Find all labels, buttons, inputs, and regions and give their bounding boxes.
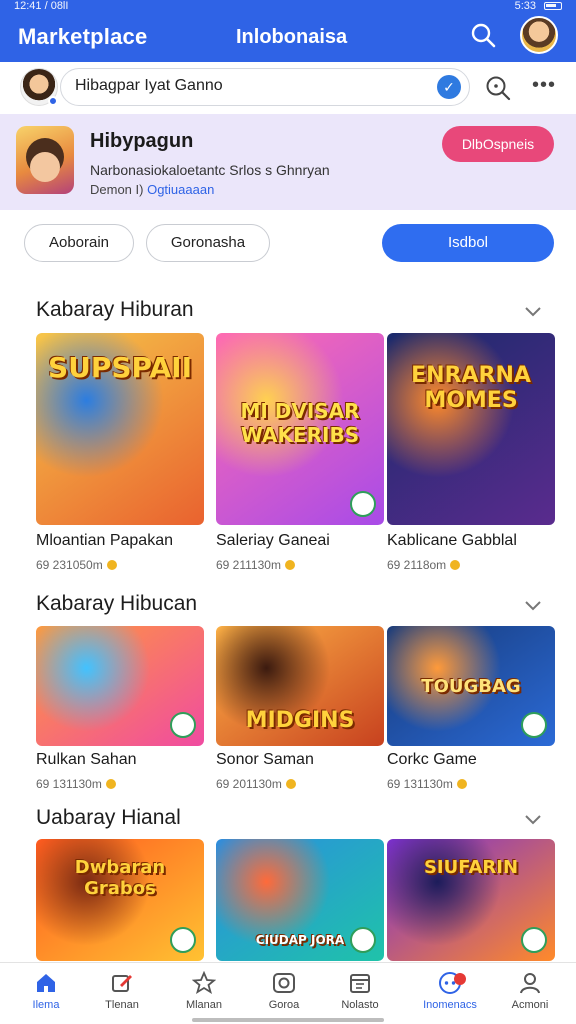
home-indicator: [192, 1018, 384, 1022]
profile-avatar[interactable]: [520, 16, 558, 54]
verify-icon[interactable]: ✓: [437, 75, 461, 99]
badge-icon: [350, 927, 376, 953]
card-meta: 69 131130m: [387, 777, 467, 791]
center-title[interactable]: Inlobonaisa: [236, 26, 347, 49]
game-card[interactable]: MI DVISAR WAKERIBS: [216, 333, 384, 525]
card-meta: 69 201130m: [216, 777, 296, 791]
bottom-navigation: Ilema Tlenan Mlanan Goroa Nolasto Inomen…: [0, 962, 576, 1024]
promo-subtext: Demon I) Ogtiuaaaan: [90, 182, 215, 197]
filter-chip-1[interactable]: Aoborain: [24, 224, 134, 262]
nav-item-star[interactable]: Mlanan: [168, 971, 240, 1011]
promo-title: Hibypagun: [90, 130, 194, 152]
home-icon: [37, 974, 55, 992]
coin-icon: [450, 560, 461, 570]
chevron-down-icon[interactable]: [524, 596, 542, 614]
primary-button[interactable]: Isdbol: [382, 224, 554, 262]
game-card[interactable]: TOUGBAG: [387, 626, 555, 746]
card-meta: 69 211130m: [216, 558, 295, 572]
coin-icon: [285, 779, 296, 789]
game-card[interactable]: [36, 626, 204, 746]
chevron-down-icon[interactable]: [524, 302, 542, 320]
game-card[interactable]: SUPSPAII: [36, 333, 204, 525]
search-box[interactable]: ✓: [60, 68, 470, 106]
app-title: Marketplace: [18, 24, 148, 49]
badge-icon: [170, 927, 196, 953]
status-time: 12:41 / 08lI: [14, 0, 69, 12]
calendar-icon: [350, 974, 370, 993]
game-card[interactable]: Dwbaran Grabos: [36, 839, 204, 961]
promo-link[interactable]: Ogtiuaaaan: [147, 182, 214, 197]
nav-item-camera[interactable]: Goroa: [248, 971, 320, 1011]
nav-item-edit[interactable]: Tlenan: [86, 971, 158, 1011]
coin-icon: [105, 779, 116, 789]
game-card[interactable]: CIUDAP JORA: [216, 839, 384, 961]
search-input[interactable]: [75, 77, 415, 95]
section-title: Kabaray Hiburan: [36, 298, 194, 321]
profile-icon: [520, 973, 540, 994]
online-status-dot: [48, 96, 58, 106]
status-right-text: 5:33: [514, 0, 536, 12]
badge-icon: [521, 927, 547, 953]
section-title: Uabaray Hianal: [36, 806, 181, 829]
star-icon: [192, 971, 216, 994]
nav-item-home[interactable]: Ilema: [10, 971, 82, 1011]
nav-item-games[interactable]: Inomenacs: [414, 971, 486, 1011]
coin-icon: [456, 779, 467, 789]
card-meta: 69 231050m: [36, 558, 117, 572]
card-meta: 69 2118om: [387, 558, 461, 572]
badge-icon: [521, 712, 547, 738]
badge-icon: [170, 712, 196, 738]
edit-icon: [112, 975, 132, 992]
game-card[interactable]: SIUFARIN: [387, 839, 555, 961]
battery-icon: [544, 2, 562, 10]
search-icon[interactable]: [470, 22, 496, 48]
chevron-down-icon[interactable]: [524, 810, 542, 828]
filter-chip-2[interactable]: Goronasha: [146, 224, 270, 262]
section-title: Kabaray Hibucan: [36, 592, 198, 615]
card-title[interactable]: Corkc Game: [387, 751, 477, 769]
card-title[interactable]: Kablicane Gabblal: [387, 532, 517, 550]
badge-icon: [350, 491, 376, 517]
card-title[interactable]: Sonor Saman: [216, 751, 314, 769]
coin-icon: [284, 560, 295, 570]
coin-icon: [106, 560, 117, 570]
card-title[interactable]: Saleriay Ganeai: [216, 532, 330, 550]
promo-image: [16, 126, 74, 194]
top-app-bar: 12:41 / 08lI 5:33 Marketplace Inlobonais…: [0, 0, 576, 62]
nav-item-calendar[interactable]: Nolasto: [324, 971, 396, 1011]
search-icon[interactable]: [484, 74, 512, 102]
card-title[interactable]: Rulkan Sahan: [36, 751, 137, 769]
nav-item-profile[interactable]: Acmoni: [494, 971, 566, 1011]
promo-description: Narbonasiokaloetantc Srlos s Ghnryan: [90, 162, 330, 178]
status-bar: 12:41 / 08lI 5:33: [14, 0, 562, 12]
card-meta: 69 131130m: [36, 777, 116, 791]
card-title[interactable]: Mloantian Papakan: [36, 532, 173, 550]
search-row: ✓ •••: [0, 62, 576, 112]
notification-badge: [454, 973, 466, 985]
more-options-icon[interactable]: •••: [532, 74, 556, 96]
game-card[interactable]: MIDGINS: [216, 626, 384, 746]
game-card[interactable]: ENRARNA MOMES: [387, 333, 555, 525]
camera-icon: [273, 973, 295, 993]
promo-action-button[interactable]: DlbOspneis: [442, 126, 554, 162]
